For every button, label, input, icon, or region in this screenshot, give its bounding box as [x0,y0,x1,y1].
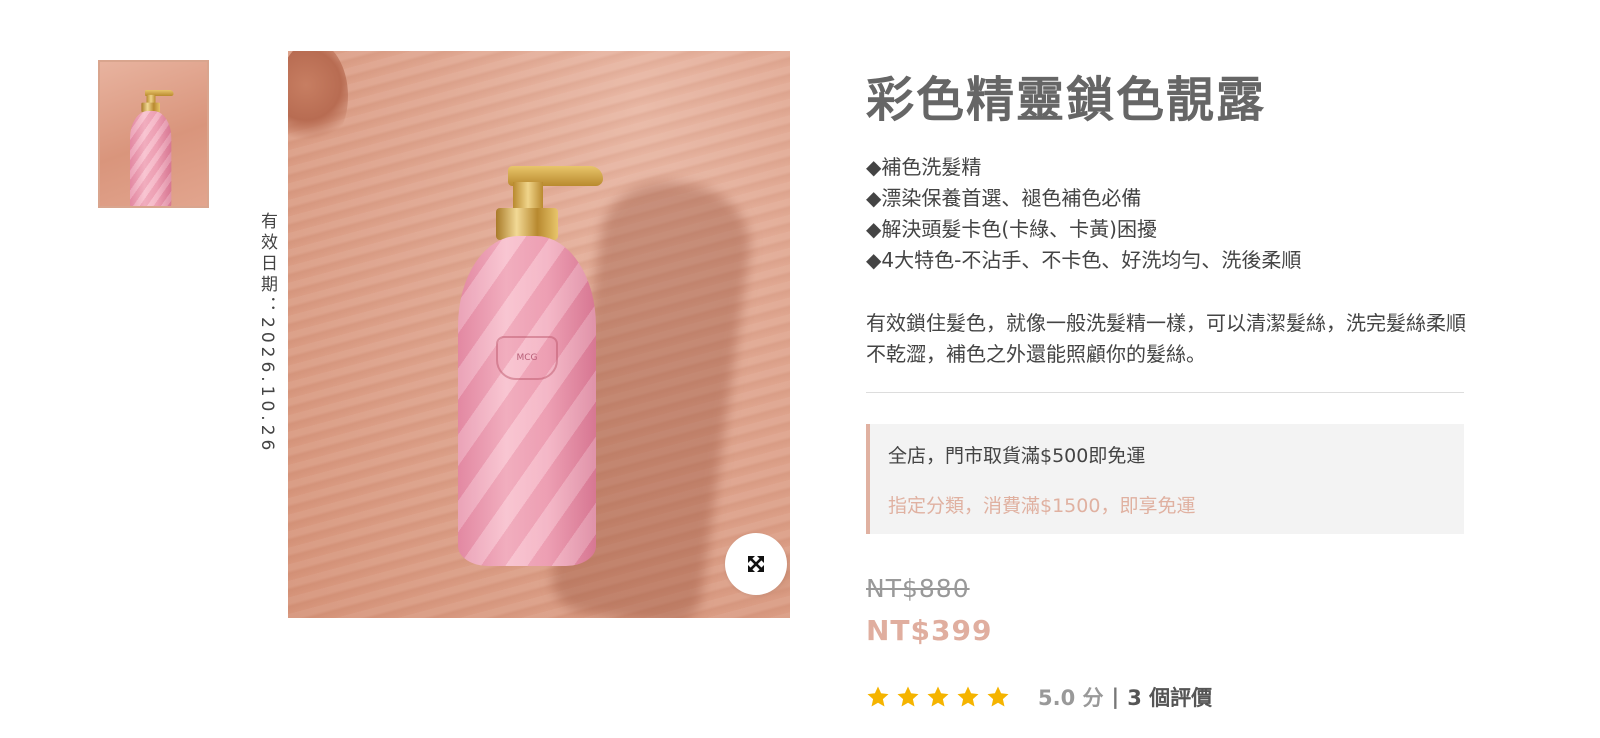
star-icon [867,686,889,707]
feature-item: ◆4大特色-不沾手、不卡色、好洗均勻、洗後柔順 [866,248,1302,272]
star-icon [897,686,919,707]
product-title: 彩色精靈鎖色靚露 [866,72,1267,128]
original-price: NT$880 [866,574,970,603]
rating-summary: 5.0 分 | 3 個評價 [866,682,1212,712]
expiry-date: 有效日期：2026.10.26 [257,212,277,455]
feature-item: ◆漂染保養首選、褪色補色必備 [866,186,1142,210]
product-description: 有效鎖住髮色，就像一般洗髮精一樣，可以清潔髮絲，洗完髮絲柔順不乾澀，補色之外還能… [866,311,1466,366]
expand-arrows-icon [748,556,764,572]
bottle-logo: MCG [496,336,558,380]
promo-store-pickup: 全店，門市取貨滿$500即免運 [888,445,1146,467]
product-thumbnail[interactable] [98,60,209,208]
rating-separator: | [1111,685,1120,709]
feature-list: ◆補色洗髮精 ◆漂染保養首選、褪色補色必備 ◆解決頭髮卡色(卡綠、卡黃)困擾 ◆… [866,152,1301,276]
sale-price: NT$399 [866,614,993,647]
feature-item: ◆補色洗髮精 [866,155,982,179]
main-product-image[interactable]: MCG [288,51,790,618]
feature-item: ◆解決頭髮卡色(卡綠、卡黃)困擾 [866,217,1157,241]
star-rating [866,685,1010,709]
flower-decoration [288,51,348,151]
star-icon [957,686,979,707]
expand-image-button[interactable] [725,533,787,595]
divider [866,392,1464,393]
promo-box: 全店，門市取貨滿$500即免運 指定分類，消費滿$1500，即享免運 [866,424,1464,534]
rating-score: 5.0 分 [1038,686,1104,710]
star-icon [927,686,949,707]
star-icon [987,686,1009,707]
review-count-link[interactable]: 3 個評價 [1127,682,1212,712]
promo-category-link[interactable]: 指定分類，消費滿$1500，即享免運 [888,491,1195,518]
